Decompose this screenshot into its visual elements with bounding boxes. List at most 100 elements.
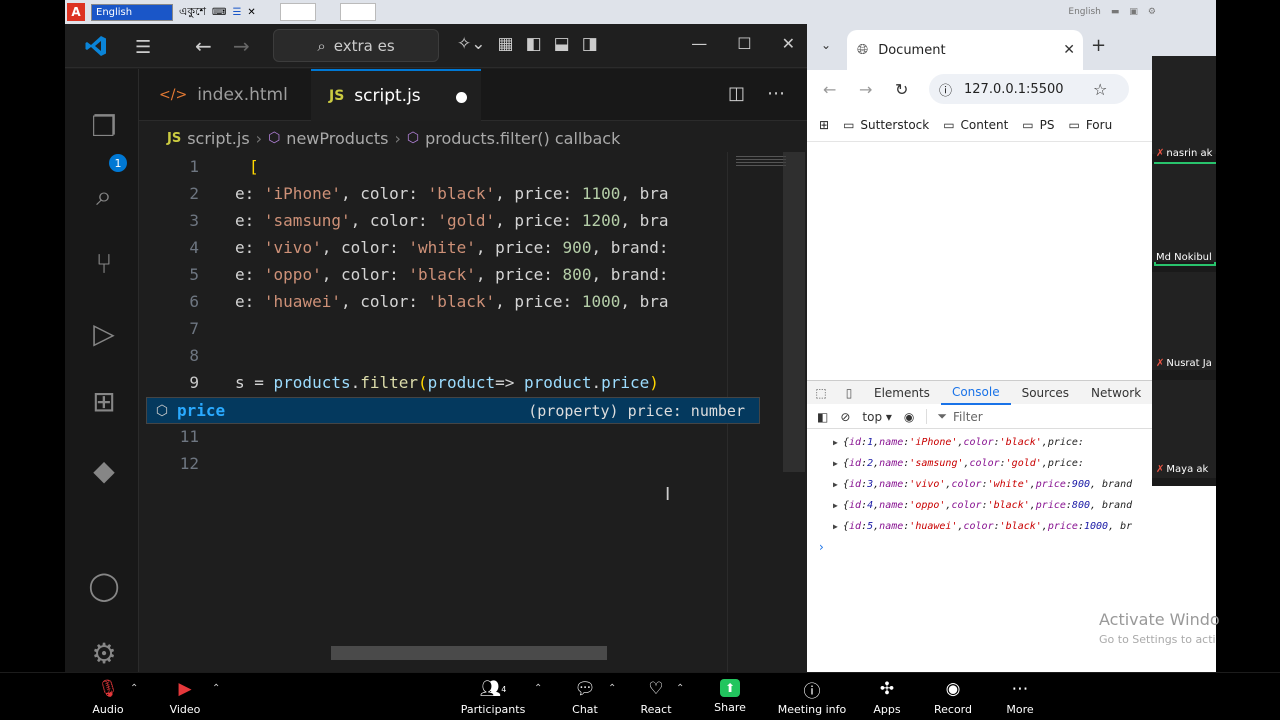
- tab-sources[interactable]: Sources: [1011, 381, 1080, 405]
- participant-tile[interactable]: ✗ nasrin ak: [1152, 56, 1216, 159]
- info-icon: ⓘ: [803, 681, 821, 702]
- window-thumbnail[interactable]: [279, 3, 316, 21]
- filter-icon: ⏷: [937, 409, 948, 423]
- console-row[interactable]: ▶{id: 4, name: 'oppo', color: 'black', p…: [833, 495, 1132, 516]
- python-icon[interactable]: ◆: [85, 451, 123, 489]
- command-center-search[interactable]: ⌕ extra es: [273, 29, 439, 62]
- close-window-icon[interactable]: ✕: [782, 34, 795, 53]
- maximize-icon[interactable]: ☐: [737, 34, 751, 53]
- device-toolbar-icon[interactable]: ▯: [835, 386, 863, 400]
- line-number: 4: [189, 238, 199, 257]
- live-expression-eye-icon[interactable]: ◉: [904, 410, 914, 424]
- tray-label: English: [1068, 7, 1101, 17]
- tab-network[interactable]: Network: [1080, 381, 1152, 405]
- breadcrumb-symbol[interactable]: newProducts: [286, 129, 388, 148]
- react-options-caret-icon[interactable]: ⌃: [676, 683, 684, 694]
- close-tab-icon[interactable]: ✕: [1063, 42, 1075, 58]
- bookmark-folder[interactable]: ▭ Foru: [1068, 118, 1112, 132]
- console-row[interactable]: ▶{id: 5, name: 'huawei', color: 'black',…: [833, 516, 1132, 537]
- more-actions-icon[interactable]: ⋯: [767, 83, 785, 104]
- autocomplete-suggestion[interactable]: ⬡ price (property) price: number: [146, 397, 760, 424]
- bookmark-star-icon[interactable]: ☆: [1093, 80, 1107, 99]
- forward-arrow-icon[interactable]: →: [233, 34, 250, 58]
- bookmark-folder[interactable]: ▭ PS: [1022, 118, 1054, 132]
- apps-grid-icon[interactable]: ⊞: [819, 118, 829, 132]
- run-debug-icon[interactable]: ▷: [85, 314, 123, 352]
- tab-elements[interactable]: Elements: [863, 381, 941, 405]
- bookmark-folder[interactable]: ▭ Sutterstock: [843, 118, 929, 132]
- participant-tile[interactable]: ✗ Nusrat Ja: [1152, 272, 1216, 370]
- extensions-icon[interactable]: ⊞: [85, 382, 123, 420]
- clear-console-icon[interactable]: ⊘: [840, 410, 850, 424]
- participants-button[interactable]: 👥︎ 4 Participants: [453, 679, 533, 716]
- window-controls: — ☐ ✕: [691, 34, 795, 53]
- vertical-scrollbar[interactable]: [783, 152, 805, 472]
- toggle-sidebar-icon[interactable]: ◧: [526, 34, 542, 54]
- back-arrow-icon[interactable]: ←: [195, 34, 212, 58]
- expand-triangle-icon[interactable]: ▶: [833, 501, 838, 510]
- participant-tile[interactable]: Md Nokibul: [1152, 164, 1216, 263]
- expand-triangle-icon[interactable]: ▶: [833, 522, 838, 531]
- sidebar-toggle-icon[interactable]: ◧: [817, 410, 828, 424]
- heart-icon: ♡: [648, 679, 664, 699]
- console-row[interactable]: ▶{id: 3, name: 'vivo', color: 'white', p…: [833, 474, 1132, 495]
- inspect-element-icon[interactable]: ⬚: [807, 386, 835, 400]
- tab-console[interactable]: Console: [940, 381, 1011, 405]
- console-filter-input[interactable]: ⏷ Filter: [926, 409, 983, 424]
- menu-icon[interactable]: ☰: [232, 7, 241, 18]
- bengali-keyboard-label[interactable]: একুশে: [179, 3, 206, 22]
- tab-script-js[interactable]: JS script.js: [311, 69, 481, 121]
- tab-label: index.html: [197, 85, 288, 105]
- line-number: 5: [189, 265, 199, 284]
- search-text: extra es: [333, 36, 395, 55]
- acrobat-icon[interactable]: A: [67, 3, 85, 21]
- meeting-info-button[interactable]: ⓘ Meeting info: [772, 679, 852, 717]
- breadcrumb-file[interactable]: script.js: [187, 129, 249, 148]
- console-row[interactable]: ▶{id: 2, name: 'samsung', color: 'gold',…: [833, 453, 1084, 474]
- search-icon[interactable]: ⌕: [85, 177, 123, 215]
- audio-options-caret-icon[interactable]: ⌃: [130, 683, 138, 694]
- keyboard-icon[interactable]: ⌨: [212, 7, 226, 18]
- browser-tab[interactable]: 🌐︎ Document ✕: [847, 30, 1083, 70]
- customize-layout-icon[interactable]: ▦: [498, 34, 514, 54]
- minimize-icon[interactable]: —: [691, 34, 707, 53]
- settings-gear-icon[interactable]: ⚙: [85, 634, 123, 672]
- video-options-caret-icon[interactable]: ⌃: [212, 683, 220, 694]
- share-button[interactable]: ⬆ Share: [690, 679, 770, 714]
- breadcrumb-separator: ›: [255, 128, 263, 148]
- source-control-icon[interactable]: ⑂: [85, 244, 123, 282]
- new-tab-icon[interactable]: +: [1091, 35, 1106, 56]
- expand-triangle-icon[interactable]: ▶: [833, 459, 838, 468]
- language-selector[interactable]: English: [91, 3, 173, 21]
- expand-triangle-icon[interactable]: ▶: [833, 480, 838, 489]
- split-editor-icon[interactable]: ◫: [728, 83, 745, 104]
- breadcrumb-callback[interactable]: products.filter() callback: [425, 129, 620, 148]
- copilot-icon[interactable]: ✧⌄: [457, 34, 486, 54]
- more-button[interactable]: ⋯ More: [980, 679, 1060, 716]
- window-thumbnail[interactable]: [339, 3, 376, 21]
- hamburger-menu-icon[interactable]: ☰: [135, 37, 151, 58]
- tab-index-html[interactable]: </> index.html: [139, 69, 309, 121]
- explorer-icon[interactable]: ❐: [85, 107, 123, 145]
- toggle-secondary-sidebar-icon[interactable]: ◨: [582, 34, 598, 54]
- expand-triangle-icon[interactable]: ▶: [833, 438, 838, 447]
- code-text: e: 'oppo', color: 'black', price: 800, b…: [235, 265, 669, 284]
- forward-arrow-icon[interactable]: →: [859, 80, 872, 99]
- reload-icon[interactable]: ↻: [895, 80, 908, 99]
- toggle-panel-icon[interactable]: ⬓: [554, 34, 570, 54]
- console-row[interactable]: ▶{id: 1, name: 'iPhone', color: 'black',…: [833, 432, 1084, 453]
- account-icon[interactable]: ◯: [85, 566, 123, 604]
- back-arrow-icon[interactable]: ←: [823, 80, 836, 99]
- tab-search-chevron-icon[interactable]: ⌄: [821, 38, 831, 52]
- bookmark-folder[interactable]: ▭ Content: [943, 118, 1008, 132]
- participant-name: ✗ nasrin ak: [1156, 148, 1213, 159]
- participants-options-caret-icon[interactable]: ⌃: [534, 683, 542, 694]
- console-prompt-icon[interactable]: ›: [819, 540, 824, 554]
- unsaved-dot-icon[interactable]: [456, 92, 467, 103]
- close-icon[interactable]: ✕: [247, 7, 255, 18]
- property-icon: ⬡: [155, 402, 169, 419]
- site-info-icon[interactable]: ⓘ: [939, 80, 952, 99]
- participant-tile[interactable]: ✗ Maya ak: [1152, 380, 1216, 478]
- context-selector[interactable]: top ▾: [862, 410, 892, 424]
- horizontal-scrollbar[interactable]: [331, 646, 607, 660]
